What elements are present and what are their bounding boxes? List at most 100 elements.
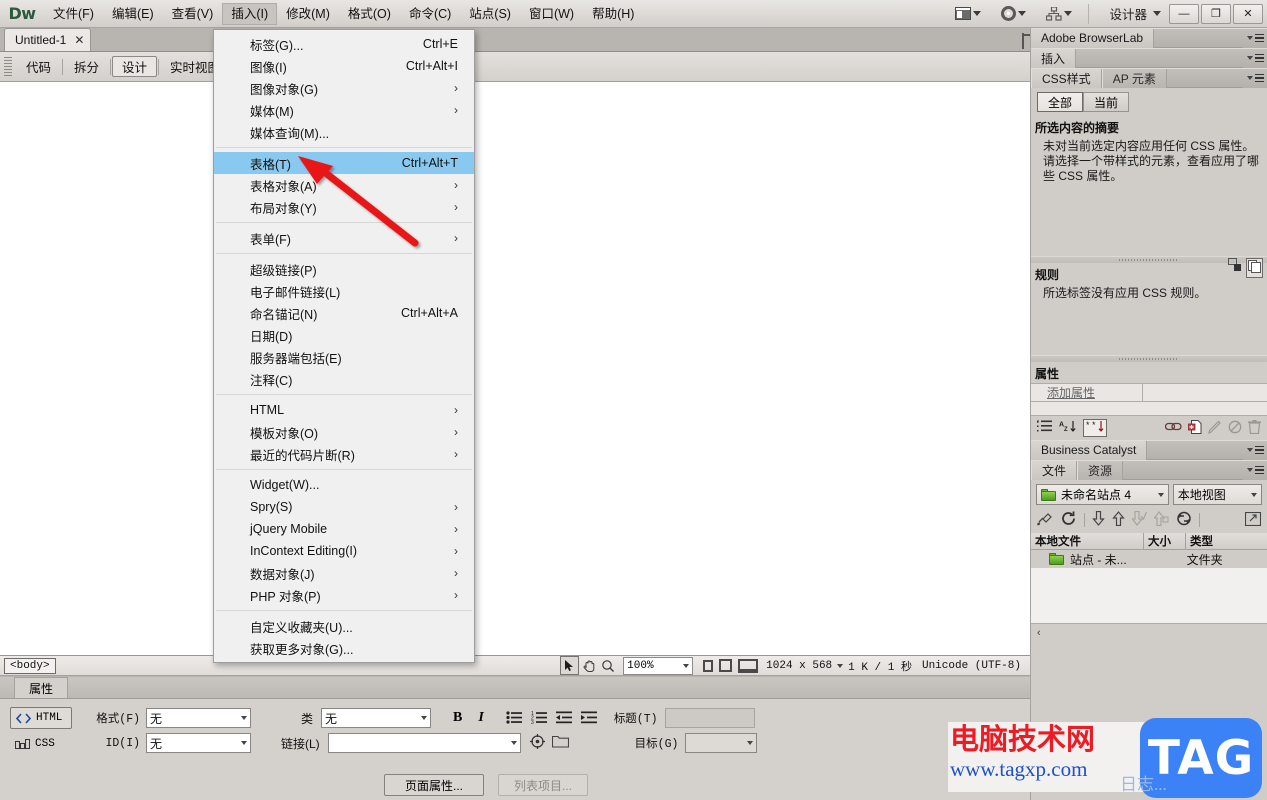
outdent-button[interactable]: [555, 711, 573, 725]
menu-5[interactable]: 格式(O): [339, 3, 400, 25]
refresh-button[interactable]: [1061, 511, 1077, 529]
toolbar-grip[interactable]: [4, 56, 12, 77]
indent-button[interactable]: [580, 711, 598, 725]
restore-window-icon[interactable]: [1022, 33, 1024, 49]
insert-menu-item[interactable]: 服务器端包括(E): [214, 346, 474, 368]
title-field[interactable]: [664, 708, 755, 728]
show-set-properties-button[interactable]: * *: [1083, 419, 1107, 437]
column-type[interactable]: 类型: [1186, 533, 1267, 549]
list-view-button[interactable]: [1246, 258, 1263, 278]
close-button[interactable]: ✕: [1233, 3, 1263, 24]
insert-menu-item[interactable]: jQuery Mobile ›: [214, 518, 474, 540]
insert-menu-item[interactable]: 获取更多对象(G)...: [214, 637, 474, 659]
hand-tool-button[interactable]: [579, 656, 598, 675]
business-catalyst-header[interactable]: Business Catalyst: [1031, 440, 1267, 460]
css-scope-1[interactable]: 当前: [1083, 92, 1130, 112]
browserlab-panel-header[interactable]: Adobe BrowserLab: [1031, 28, 1267, 48]
add-property-row[interactable]: 添加属性: [1031, 383, 1267, 402]
panel-options-menu[interactable]: [1243, 48, 1267, 68]
menu-1[interactable]: 编辑(E): [103, 3, 163, 25]
insert-menu-item[interactable]: 表格对象(A) ›: [214, 174, 474, 196]
attach-stylesheet-button[interactable]: [1164, 421, 1182, 435]
menu-4[interactable]: 修改(M): [277, 3, 339, 25]
menu-2[interactable]: 查看(V): [163, 3, 223, 25]
insert-menu-item[interactable]: 最近的代码片断(R) ›: [214, 443, 474, 465]
insert-menu-item[interactable]: HTML ›: [214, 399, 474, 421]
layout-switch-button[interactable]: [945, 7, 991, 20]
insert-menu-item[interactable]: 媒体查询(M)...: [214, 121, 474, 143]
close-icon[interactable]: ✕: [74, 33, 84, 47]
insert-menu-item[interactable]: 表单(F) ›: [214, 227, 474, 249]
site-select[interactable]: 未命名站点 4: [1036, 484, 1169, 505]
get-files-button[interactable]: [1092, 510, 1105, 529]
page-properties-button[interactable]: 页面属性...: [384, 774, 484, 796]
panel-options-menu[interactable]: [1243, 28, 1267, 48]
scroll-left-arrow[interactable]: ‹: [1037, 627, 1041, 639]
css-scope-0[interactable]: 全部: [1037, 92, 1084, 112]
column-local-files[interactable]: 本地文件: [1031, 533, 1144, 549]
id-select[interactable]: 无: [146, 733, 251, 753]
menu-8[interactable]: 窗口(W): [520, 3, 583, 25]
insert-panel-header[interactable]: 插入: [1031, 48, 1267, 68]
files-panel-tab-0[interactable]: 文件: [1031, 460, 1078, 480]
view-button-0[interactable]: 代码: [16, 56, 61, 77]
bold-button[interactable]: B: [453, 710, 462, 726]
insert-menu-item[interactable]: 模板对象(O) ›: [214, 421, 474, 443]
show-category-view-button[interactable]: [1037, 420, 1053, 436]
show-alphabetical-view-button[interactable]: A Z: [1059, 420, 1077, 436]
select-tool-button[interactable]: [560, 656, 580, 675]
menu-0[interactable]: 文件(F): [44, 3, 103, 25]
panel-splitter[interactable]: [1031, 355, 1267, 362]
maximize-button[interactable]: ❐: [1201, 3, 1231, 24]
target-select[interactable]: [685, 733, 758, 753]
synchronize-button[interactable]: [1176, 511, 1192, 529]
insert-menu-item[interactable]: 数据对象(J) ›: [214, 562, 474, 584]
insert-menu-item[interactable]: PHP 对象(P) ›: [214, 584, 474, 606]
menu-7[interactable]: 站点(S): [460, 3, 520, 25]
column-size[interactable]: 大小: [1144, 533, 1186, 549]
document-tab[interactable]: Untitled-1 ✕: [4, 28, 92, 51]
view-button-2[interactable]: 设计: [112, 56, 158, 77]
site-management-button[interactable]: [1036, 5, 1082, 21]
add-property-link[interactable]: 添加属性: [1047, 384, 1095, 401]
workspace-switcher[interactable]: 设计器: [1095, 4, 1161, 23]
insert-menu-item[interactable]: 图像(I) Ctrl+Alt+I: [214, 55, 474, 77]
add-property-value-cell[interactable]: [1143, 384, 1267, 401]
insert-menu-item[interactable]: 图像对象(G) ›: [214, 77, 474, 99]
window-size-value[interactable]: 1024 x 568: [761, 660, 837, 672]
menu-9[interactable]: 帮助(H): [583, 3, 643, 25]
tab-properties[interactable]: 属性: [14, 677, 69, 698]
insert-menu-item[interactable]: InContext Editing(I) ›: [214, 540, 474, 562]
insert-menu-item[interactable]: 布局对象(Y) ›: [214, 196, 474, 218]
insert-menu-item[interactable]: 命名锚记(N) Ctrl+Alt+A: [214, 302, 474, 324]
html-mode-button[interactable]: HTML: [10, 707, 72, 729]
insert-menu-item[interactable]: 自定义收藏夹(U)...: [214, 615, 474, 637]
class-select[interactable]: 无: [321, 708, 432, 728]
desktop-size-icon[interactable]: [738, 658, 759, 673]
mobile-size-icon[interactable]: [703, 659, 714, 672]
link-input[interactable]: [327, 733, 521, 753]
view-button-1[interactable]: 拆分: [64, 56, 109, 77]
css-panel-tab-1[interactable]: AP 元素: [1101, 68, 1167, 88]
insert-menu-item[interactable]: 注释(C): [214, 368, 474, 390]
connect-to-remote-button[interactable]: [1037, 511, 1054, 529]
insert-menu-item[interactable]: 媒体(M) ›: [214, 99, 474, 121]
zoom-tool-button[interactable]: [598, 656, 617, 675]
browse-file-button[interactable]: [551, 735, 569, 751]
list-item-button[interactable]: 列表项目...: [498, 774, 588, 796]
new-css-rule-button[interactable]: [1187, 419, 1202, 437]
unordered-list-button[interactable]: [506, 711, 523, 725]
insert-menu-item[interactable]: Widget(W)...: [214, 474, 474, 496]
put-files-button[interactable]: [1112, 511, 1125, 529]
css-mode-button[interactable]: CSS: [10, 733, 72, 755]
cascade-view-button[interactable]: [1228, 258, 1242, 278]
menu-3[interactable]: 插入(I): [222, 2, 278, 25]
tag-selector-body[interactable]: <body>: [4, 657, 56, 674]
css-panel-tab-0[interactable]: CSS样式: [1031, 68, 1102, 88]
insert-menu-item[interactable]: Spry(S) ›: [214, 496, 474, 518]
files-panel-tab-1[interactable]: 资源: [1077, 460, 1124, 480]
extend-settings-button[interactable]: [991, 6, 1036, 21]
insert-menu-item[interactable]: 标签(G)... Ctrl+E: [214, 33, 474, 55]
design-canvas[interactable]: [0, 82, 1030, 655]
insert-menu-item[interactable]: 表格(T) Ctrl+Alt+T: [214, 152, 474, 174]
